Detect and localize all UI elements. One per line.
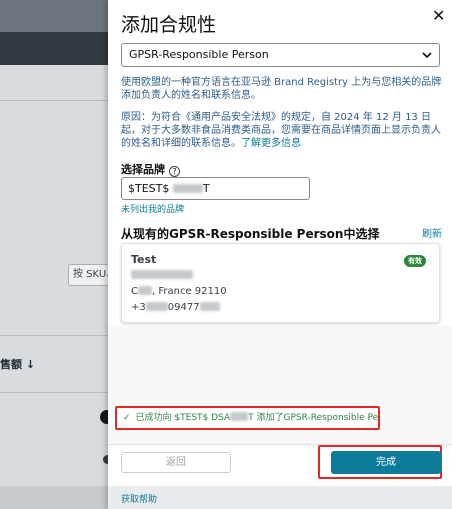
brand-label: 选择品牌? [121,161,180,177]
redacted-text [131,270,193,279]
redacted-text [145,302,168,311]
card-phone-line: +3 09477 [131,302,220,313]
back-button[interactable]: 返回 [121,452,231,473]
brand-not-listed-link[interactable]: 未列出我的品牌 [121,202,184,215]
help-icon[interactable]: ? [169,166,180,177]
card-name: Test [131,253,157,266]
background-search-input: 按 SKU、 [68,264,110,286]
divider [0,100,110,101]
status-badge: 有效 [404,255,426,267]
success-text-suffix: 添加了GPSR-Responsible Person。 [256,413,379,423]
card-city-line: C , France 92110 [131,286,227,297]
check-icon: ✓ [123,413,131,423]
intro-text: 使用欧盟的一种官方语言在亚马逊 Brand Registry 上为与您相关的品牌… [121,77,442,101]
redacted-text [199,302,220,311]
divider [0,335,110,336]
get-help-link[interactable]: 获取帮助 [121,492,157,505]
compliance-drawer: 添加合规性 ✕ GPSR-Responsible Person 使用欧盟的一种官… [108,0,452,509]
section-title: 从现有的GPSR-Responsible Person中选择 [121,227,380,241]
done-highlight: 完成 [318,445,442,479]
success-text-prefix: 已成功向 $TEST$ [135,413,212,423]
learn-more-link[interactable]: 了解更多信息 [241,138,301,149]
brand-value: $TEST$ [128,182,173,195]
card-city-prefix: C [131,286,138,297]
compliance-type-value: GPSR-Responsible Person [129,48,269,61]
divider [0,392,110,393]
background-column-header: 售额 ↓ [0,358,36,371]
success-message: ✓ 已成功向 $TEST$ DSA T 添加了GPSR-Responsible Pe… [115,406,380,430]
drawer-title: 添加合规性 [121,14,217,36]
card-phone-prefix: +3 [131,302,146,313]
background-navbar [0,32,110,65]
redacted-text [230,412,249,421]
redacted-text [137,286,152,295]
chevron-down-icon [422,52,432,59]
refresh-link[interactable]: 刷新 [422,225,442,240]
redacted-text [172,184,203,193]
card-address-line [131,270,193,281]
responsible-person-card[interactable]: Test 有效 C , France 92110 +3 09477 [121,243,440,323]
background-topbar [0,0,110,32]
success-text-brand-tail: T [248,413,254,423]
background-footer [0,486,110,509]
brand-input[interactable]: $TEST$ T [121,177,310,200]
brand-value-tail: T [202,182,210,195]
close-icon[interactable]: ✕ [432,6,446,25]
card-city: , France 92110 [151,286,227,297]
success-text-brand: DSA [211,413,231,423]
reason-text: 原因：为符合《通用产品安全法规》的规定，自 2024 年 12 月 13 日起，… [121,111,443,150]
done-button[interactable]: 完成 [331,451,441,474]
brand-label-text: 选择品牌 [121,163,165,176]
help-bar: 获取帮助 [108,486,452,509]
card-phone: 09477 [167,302,200,313]
compliance-type-select[interactable]: GPSR-Responsible Person [121,43,440,67]
